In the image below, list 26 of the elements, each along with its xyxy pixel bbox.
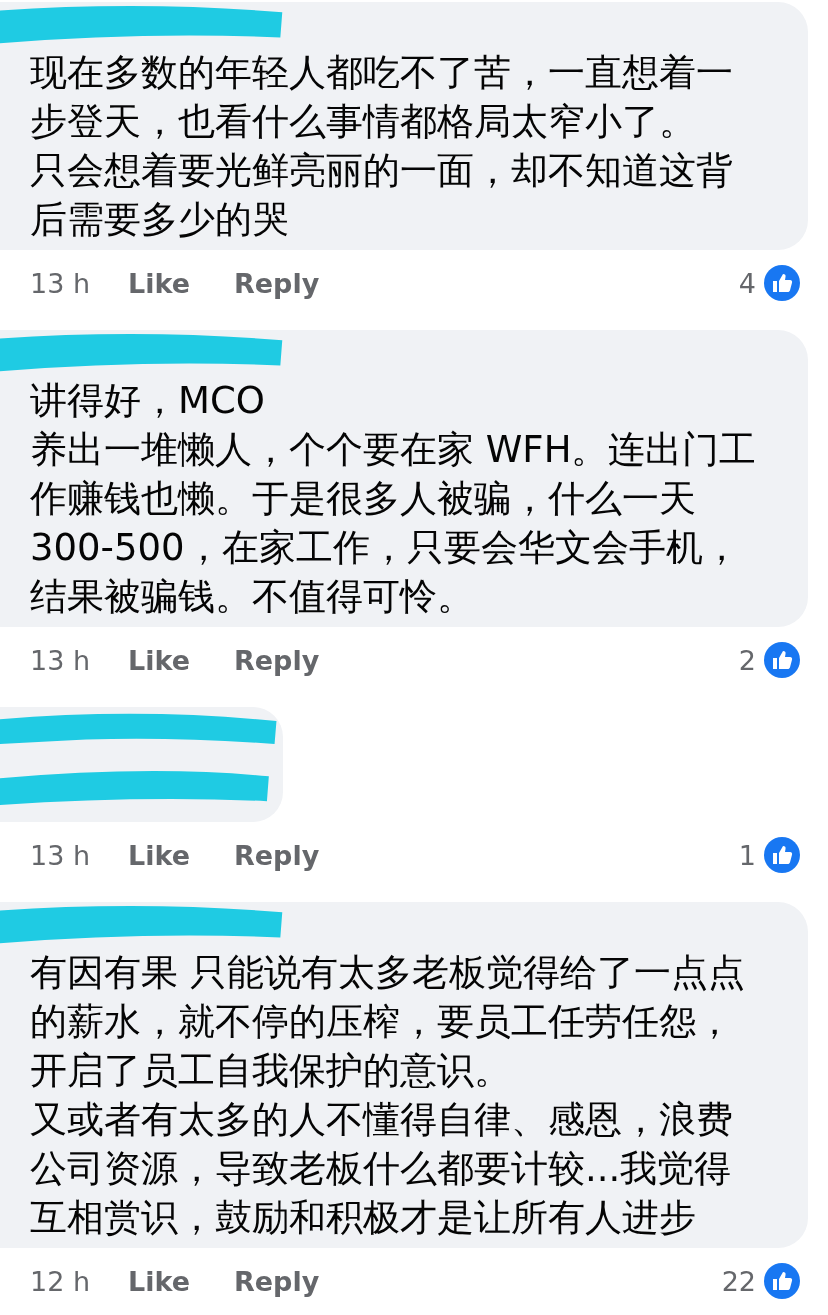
comment-time: 12 h [30,1265,92,1297]
like-link[interactable]: Like [128,839,190,871]
thumbs-up-icon [764,837,800,873]
reply-link[interactable]: Reply [234,839,320,871]
thumbs-up-icon [764,265,800,301]
like-link[interactable]: Like [128,1265,190,1297]
comment-text: 又或者有太多的人不懂得自律、感恩，浪费公司资源，导致老板什么都要计较...我觉得互相赏识，鼓励和积极才是让所有人进步 [30,1097,734,1241]
comment-text: 只会想着要光鲜亮丽的一面，却不知道这背后需要多少的哭 [30,148,734,243]
like-link[interactable]: Like [128,267,190,299]
reaction-count: 1 [738,839,756,871]
reply-link[interactable]: Reply [234,267,320,299]
comment-text: 有因有果 只能说有太多老板觉得给了一点点的薪水，就不停的压榨，要员工任劳任怨，开启了员工自我保护的意识。 [30,950,746,1094]
reply-link[interactable]: Reply [234,1265,320,1297]
reply-link[interactable]: Reply [234,644,320,676]
comment-text: 养出一堆懒人，个个要在家 WFH。连出门工作赚钱也懒。于是很多人被骗，什么一天300-500，在家工作，只要会华文会手机，结果被骗钱。不值得可怜。 [30,427,758,620]
thumbs-up-icon [764,1263,800,1299]
thumbs-up-icon [764,642,800,678]
reaction-count: 4 [738,267,756,299]
comment-text: 现在多数的年轻人都吃不了苦，一直想着一步登天，也看什么事情都格局太窄小了。 [30,50,734,145]
comment-time: 13 h [30,267,92,299]
like-link[interactable]: Like [128,644,190,676]
comment-time: 13 h [30,644,92,676]
reaction-count: 2 [738,644,756,676]
comment-text: 讲得好，MCO [30,378,266,424]
reaction-count: 22 [721,1265,756,1297]
comment-time: 13 h [30,839,92,871]
